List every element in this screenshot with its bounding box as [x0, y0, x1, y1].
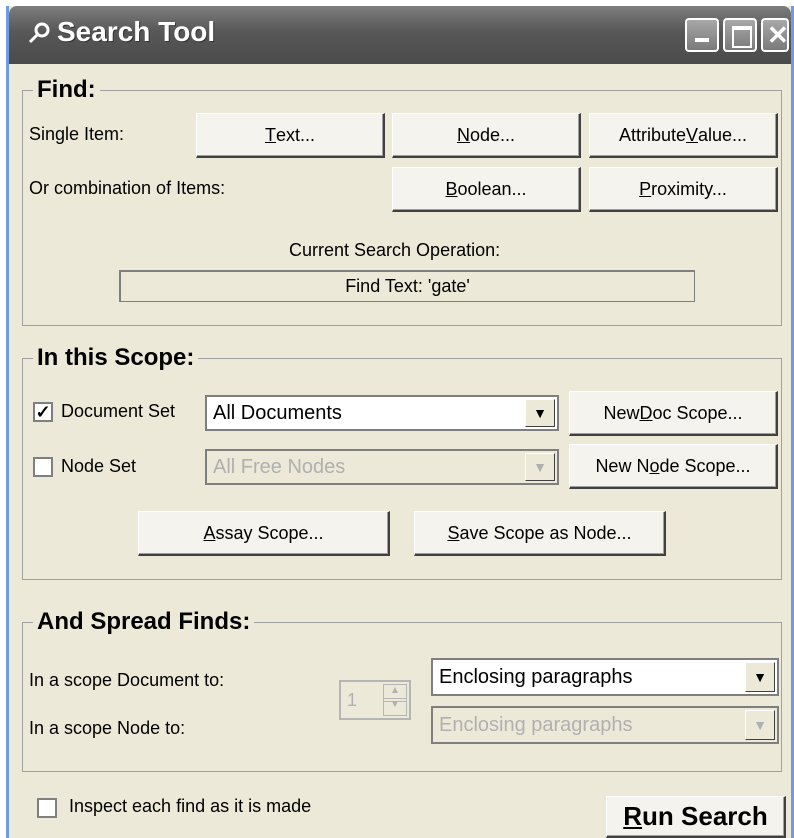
current-operation-label: Current Search Operation:	[289, 240, 501, 260]
chevron-down-icon[interactable]: ▼	[745, 710, 775, 740]
title-bar[interactable]: Search Tool ✕	[9, 6, 791, 64]
spread-count-stepper[interactable]: 1 ▲ ▼	[339, 680, 411, 720]
maximize-button[interactable]	[723, 18, 757, 52]
chevron-down-icon[interactable]: ▼	[745, 662, 775, 692]
maximize-icon	[732, 26, 752, 48]
scope-legend: In this Scope:	[37, 344, 195, 371]
node-set-dropdown[interactable]: All Free Nodes ▼	[205, 449, 559, 485]
spread-count-value: 1	[347, 690, 358, 710]
chevron-down-icon[interactable]: ▼	[525, 399, 555, 427]
text-button[interactable]: Text...	[196, 113, 385, 158]
minimize-button[interactable]	[685, 18, 719, 52]
node-set-checkbox[interactable]	[33, 457, 53, 477]
scope-node-value: Enclosing paragraphs	[439, 713, 633, 736]
close-icon: ✕	[767, 20, 789, 50]
scope-document-dropdown[interactable]: Enclosing paragraphs ▼	[431, 658, 779, 696]
current-operation-field: Find Text: 'gate'	[119, 270, 695, 302]
boolean-button[interactable]: Boolean...	[392, 167, 581, 212]
document-set-value: All Documents	[213, 401, 342, 424]
chevron-down-icon[interactable]: ▼	[525, 453, 555, 481]
close-button[interactable]: ✕	[761, 18, 789, 52]
scope-node-label: In a scope Node to:	[29, 718, 186, 738]
attribute-value-button[interactable]: Attribute Value...	[589, 113, 778, 158]
run-search-button[interactable]: Run Search	[606, 796, 786, 838]
single-item-label: Single Item:	[29, 124, 125, 144]
assay-scope-button[interactable]: Assay Scope...	[138, 511, 390, 556]
inspect-each-find-checkbox[interactable]	[37, 798, 57, 818]
document-set-checkbox[interactable]: ✓	[33, 402, 53, 422]
search-tool-window: Search Tool ✕ Find: Single Item: Text...…	[6, 6, 794, 838]
current-operation-value: Find Text: 'gate'	[345, 276, 470, 296]
save-scope-as-node-button[interactable]: Save Scope as Node...	[414, 511, 666, 556]
new-doc-scope-button[interactable]: New Doc Scope...	[569, 391, 778, 436]
scope-document-label: In a scope Document to:	[29, 670, 225, 690]
new-node-scope-button[interactable]: New No de Scope...	[569, 444, 778, 489]
combination-label: Or combination of Items:	[29, 178, 226, 198]
node-set-value: All Free Nodes	[213, 455, 346, 478]
spread-legend: And Spread Finds:	[37, 608, 251, 635]
stepper-down-icon[interactable]: ▼	[383, 698, 407, 716]
node-button[interactable]: Node...	[392, 113, 581, 158]
document-set-label: Document Set	[61, 401, 176, 421]
node-set-label: Node Set	[61, 456, 137, 476]
magnifier-icon	[28, 22, 50, 44]
scope-node-dropdown[interactable]: Enclosing paragraphs ▼	[431, 706, 779, 744]
find-legend: Find:	[37, 76, 96, 103]
window-title: Search Tool	[57, 16, 216, 47]
scope-document-value: Enclosing paragraphs	[439, 665, 633, 688]
proximity-button[interactable]: Proximity...	[589, 167, 778, 212]
minimize-icon	[695, 38, 709, 42]
document-set-dropdown[interactable]: All Documents ▼	[205, 395, 559, 431]
inspect-each-find-label: Inspect each find as it is made	[69, 796, 312, 816]
